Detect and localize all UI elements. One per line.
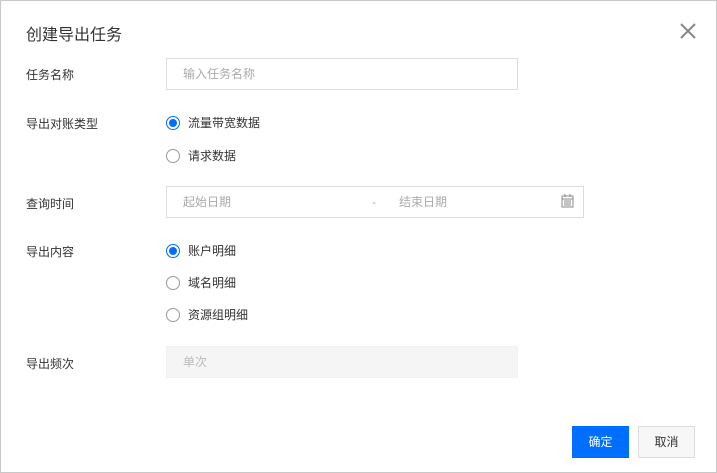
radio-dot (166, 307, 180, 322)
export-content-label: 导出内容 (26, 245, 75, 259)
radio-label: 资源组明细 (188, 308, 249, 322)
end-date-input[interactable]: 结束日期 (399, 187, 447, 217)
radio-dot (166, 115, 180, 130)
radio-label: 域名明细 (188, 276, 237, 290)
task-name-label: 任务名称 (26, 68, 75, 82)
radio-domain-detail[interactable]: 域名明细 (166, 274, 236, 291)
radio-label: 账户明细 (188, 244, 237, 258)
export-type-label: 导出对账类型 (26, 117, 99, 131)
radio-request-data[interactable]: 请求数据 (166, 147, 236, 164)
confirm-button[interactable]: 确定 (572, 426, 629, 458)
radio-resource-group-detail[interactable]: 资源组明细 (166, 306, 248, 323)
radio-label: 流量带宽数据 (188, 116, 261, 130)
date-range-picker[interactable]: 起始日期 - 结束日期 (166, 186, 584, 218)
start-date-input[interactable]: 起始日期 (183, 187, 231, 217)
export-frequency-label: 导出频次 (26, 357, 75, 371)
radio-dot (166, 243, 180, 258)
query-time-label: 查询时间 (26, 197, 75, 211)
dialog-title: 创建导出任务 (26, 27, 123, 44)
close-icon[interactable] (678, 21, 698, 41)
radio-traffic-bandwidth[interactable]: 流量带宽数据 (166, 114, 260, 131)
radio-label: 请求数据 (188, 149, 237, 163)
radio-account-detail[interactable]: 账户明细 (166, 242, 236, 259)
range-separator: - (372, 195, 376, 209)
calendar-icon[interactable] (561, 194, 574, 208)
export-frequency-input: 单次 (166, 346, 518, 378)
radio-dot (166, 275, 180, 290)
radio-dot (166, 148, 180, 163)
task-name-input[interactable]: 输入任务名称 (166, 58, 518, 90)
cancel-button[interactable]: 取消 (638, 426, 695, 458)
create-export-task-dialog: 创建导出任务 任务名称 输入任务名称 导出对账类型 流量带宽数据 请求数据 查询… (0, 0, 717, 473)
